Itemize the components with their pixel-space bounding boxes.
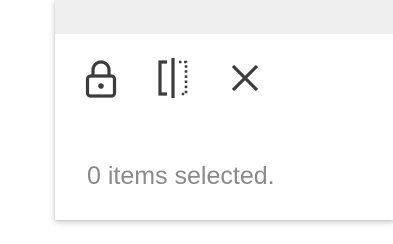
split-button[interactable]	[155, 56, 191, 105]
selection-panel: 0 items selected.	[55, 0, 393, 220]
panel-header	[55, 0, 393, 34]
clear-selection-button[interactable]	[227, 58, 263, 102]
lock-icon	[83, 56, 119, 105]
close-icon	[227, 56, 263, 105]
lock-button[interactable]	[83, 58, 119, 102]
split-column-icon	[155, 56, 191, 105]
selection-status-text: 0 items selected.	[87, 162, 275, 190]
selection-toolbar	[83, 56, 263, 105]
